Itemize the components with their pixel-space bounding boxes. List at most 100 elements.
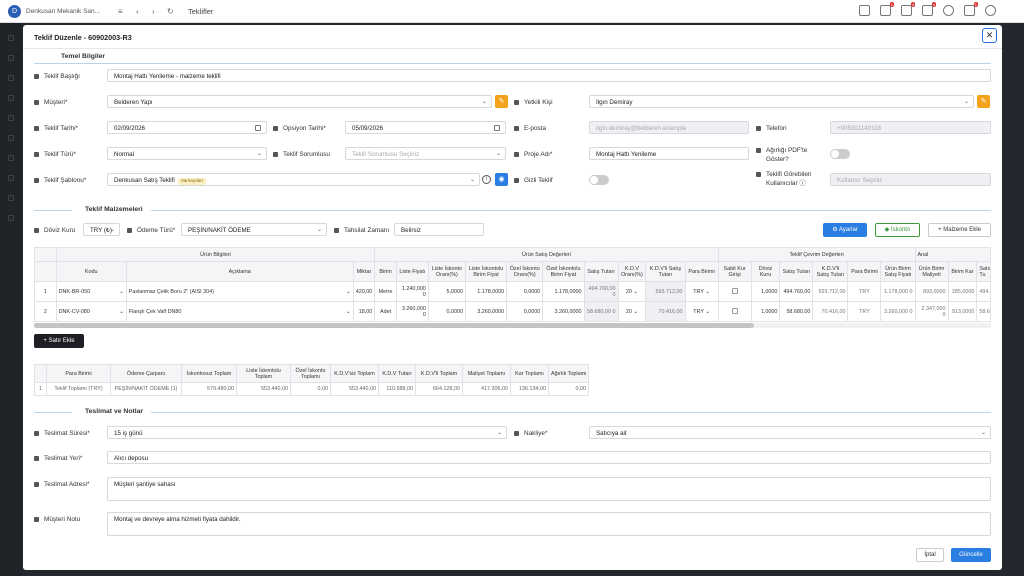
cell-text: 20 bbox=[625, 308, 632, 315]
menu-icon[interactable]: ≡ bbox=[118, 7, 123, 16]
cell-text: TRY bbox=[693, 308, 704, 315]
divider bbox=[151, 210, 991, 211]
column-header: Kar Toplamı bbox=[510, 364, 549, 383]
calendar-icon[interactable]: 4 bbox=[901, 2, 915, 16]
column-header: Birim Kar bbox=[947, 261, 978, 282]
unit-cell[interactable]: Metre bbox=[374, 281, 397, 302]
discount-button[interactable]: ◆ İskonto bbox=[875, 223, 920, 237]
calendar-icon bbox=[273, 125, 278, 131]
contact-select[interactable]: Ilgın Demiray ⌄ bbox=[589, 95, 974, 108]
phone-label: Telefon bbox=[756, 125, 787, 132]
column-header: K.D.V'li Satış Tutarı bbox=[812, 261, 849, 282]
edit-customer-button[interactable]: ✎ bbox=[495, 95, 508, 108]
label-text: Teklif Türü* bbox=[44, 151, 76, 158]
template-select[interactable]: Denkusan Satış Teklifi Varsayılan ⌄ bbox=[107, 173, 480, 186]
converted-sales-cell: 58.680,00 bbox=[779, 301, 814, 322]
chevron-down-icon: ⌄ bbox=[256, 151, 262, 157]
hidden-quote-toggle[interactable] bbox=[589, 175, 609, 185]
exchange-rate-cell[interactable]: 1,0000 bbox=[750, 301, 781, 322]
list-discount-cell[interactable]: 5,0000 bbox=[427, 281, 466, 302]
list-price-cell[interactable]: 3.260,000 0 bbox=[395, 301, 429, 322]
column-header: Ürün Birim Maliyeti bbox=[914, 261, 949, 282]
unit-cell[interactable]: Adet bbox=[374, 301, 397, 322]
power-icon[interactable] bbox=[985, 5, 996, 16]
row-number: 2 bbox=[34, 301, 57, 322]
date-value: 02/09/2026 bbox=[114, 125, 145, 132]
add-row-button[interactable]: + Satır Ekle bbox=[34, 334, 84, 348]
project-input[interactable]: Montaj Hattı Yenileme bbox=[589, 147, 749, 160]
cancel-button[interactable]: İptal bbox=[916, 548, 944, 562]
shipping-select[interactable]: Satıcıya ait ⌄ bbox=[589, 426, 991, 439]
quote-date-input[interactable]: 02/09/2026 bbox=[107, 121, 267, 134]
quantity-cell[interactable]: 420,00 bbox=[352, 281, 376, 302]
collection-time-label: Tahsilat Zamanı bbox=[334, 227, 389, 234]
settings-icon[interactable] bbox=[943, 5, 954, 16]
template-label: Teklif Şablonu* bbox=[34, 177, 86, 184]
divider bbox=[34, 412, 72, 413]
column-header: Liste İskontolu Birim Fiyat bbox=[464, 261, 508, 282]
unit-sale-price-cell: 1.178,000 0 bbox=[880, 281, 916, 302]
refresh-icon[interactable]: ↻ bbox=[167, 7, 174, 16]
vat-rate-cell[interactable]: 20 ⌄ bbox=[617, 301, 647, 322]
customer-select[interactable]: Belderen Yapı ⌄ bbox=[107, 95, 492, 108]
chevron-down-icon: ⌄ bbox=[705, 288, 710, 295]
option-date-input[interactable]: 05/09/2026 bbox=[345, 121, 506, 134]
unit-cost-cell: 893,0000 bbox=[914, 281, 949, 302]
column-header: Döviz Kuru bbox=[750, 261, 781, 282]
responsible-select[interactable]: Teklif Sorumlusu Seçiniz ⌄ bbox=[345, 147, 506, 160]
delivery-address-textarea[interactable]: Müşteri şantiye sahası bbox=[107, 477, 991, 501]
customer-note-textarea[interactable]: Montaj ve devreye alma hizmeti fiyata da… bbox=[107, 512, 991, 536]
customer-value: Belderen Yapı bbox=[114, 99, 153, 106]
delivery-time-select[interactable]: 15 iş günü ⌄ bbox=[107, 426, 507, 439]
contact-value: Ilgın Demiray bbox=[596, 99, 633, 106]
documents-icon[interactable]: 1 bbox=[880, 2, 894, 16]
table-scrollbar[interactable] bbox=[34, 323, 991, 328]
list-discounted-price-cell: 1.178,0000 bbox=[464, 281, 508, 302]
title-input[interactable]: Montaj Hattı Yenileme - malzeme teklifi bbox=[107, 69, 991, 82]
delivery-place-input[interactable]: Alıcı deposu bbox=[107, 451, 991, 464]
payment-type-select[interactable]: PEŞİN/NAKİT ÖDEME ⌄ bbox=[181, 223, 327, 236]
column-header: Para Birimi bbox=[847, 261, 882, 282]
column-header bbox=[34, 364, 47, 383]
close-icon[interactable]: ✕ bbox=[982, 28, 997, 43]
column-header: Ürün Birim Satış Fiyatı bbox=[880, 261, 916, 282]
quote-type-select[interactable]: Normal ⌄ bbox=[107, 147, 267, 160]
description-cell[interactable]: Paslanmaz Çelik Boru 2" (AISI 304) ⌄ bbox=[125, 281, 354, 302]
add-material-button[interactable]: + Malzeme Ekle bbox=[928, 223, 991, 237]
chevron-down-icon: ⌄ bbox=[119, 288, 124, 295]
scrollbar-thumb[interactable] bbox=[34, 323, 754, 328]
fixed-rate-checkbox[interactable] bbox=[731, 287, 738, 294]
notification-icon[interactable]: 1 bbox=[964, 2, 978, 16]
quantity-cell[interactable]: 18,00 bbox=[352, 301, 376, 322]
back-icon[interactable]: ‹ bbox=[136, 7, 139, 16]
tasks-icon[interactable] bbox=[859, 5, 870, 16]
settings-button[interactable]: ⚙ Ayarlar bbox=[823, 223, 867, 237]
description-cell[interactable]: Flanşlı Çek Valf DN80 ⌄ bbox=[125, 301, 354, 322]
info-icon[interactable]: i bbox=[482, 175, 491, 184]
list-discount-cell[interactable]: 0,0000 bbox=[427, 301, 466, 322]
vat-rate-cell[interactable]: 20 ⌄ bbox=[617, 281, 647, 302]
currency-cell[interactable]: TRY ⌄ bbox=[684, 301, 719, 322]
update-button[interactable]: Güncelle bbox=[951, 548, 991, 562]
exchange-rate-cell[interactable]: 1,0000 bbox=[750, 281, 781, 302]
product-code-cell[interactable]: DNK-BR-050 ⌄ bbox=[55, 281, 127, 302]
label-text: Teslimat Adresi* bbox=[44, 481, 90, 488]
section-title-items: Teklif Malzemeleri bbox=[85, 206, 143, 213]
special-discount-cell[interactable]: 0,0000 bbox=[506, 301, 544, 322]
mail-icon[interactable]: 4 bbox=[922, 2, 936, 16]
currency-select[interactable]: TRY (₺) ⌄ bbox=[83, 223, 120, 236]
preview-template-button[interactable]: ◉ bbox=[495, 173, 508, 186]
delivery-place-label: Teslimat Yeri* bbox=[34, 455, 82, 462]
totals-cell: 417.306,00 bbox=[462, 382, 511, 396]
edit-contact-button[interactable]: ✎ bbox=[977, 95, 990, 108]
column-header: K.D.V'siz Toplam bbox=[330, 364, 379, 383]
collection-time-select[interactable]: Belirsiz bbox=[394, 223, 484, 236]
list-price-cell[interactable]: 1.240,000 0 bbox=[395, 281, 429, 302]
app-logo[interactable]: D bbox=[8, 5, 21, 18]
currency-cell[interactable]: TRY ⌄ bbox=[684, 281, 719, 302]
product-code-cell[interactable]: DNK-CV-080 ⌄ bbox=[55, 301, 127, 322]
forward-icon[interactable]: › bbox=[152, 7, 155, 16]
weight-pdf-toggle[interactable] bbox=[830, 149, 850, 159]
special-discount-cell[interactable]: 0,0000 bbox=[506, 281, 544, 302]
fixed-rate-checkbox[interactable] bbox=[731, 307, 738, 314]
